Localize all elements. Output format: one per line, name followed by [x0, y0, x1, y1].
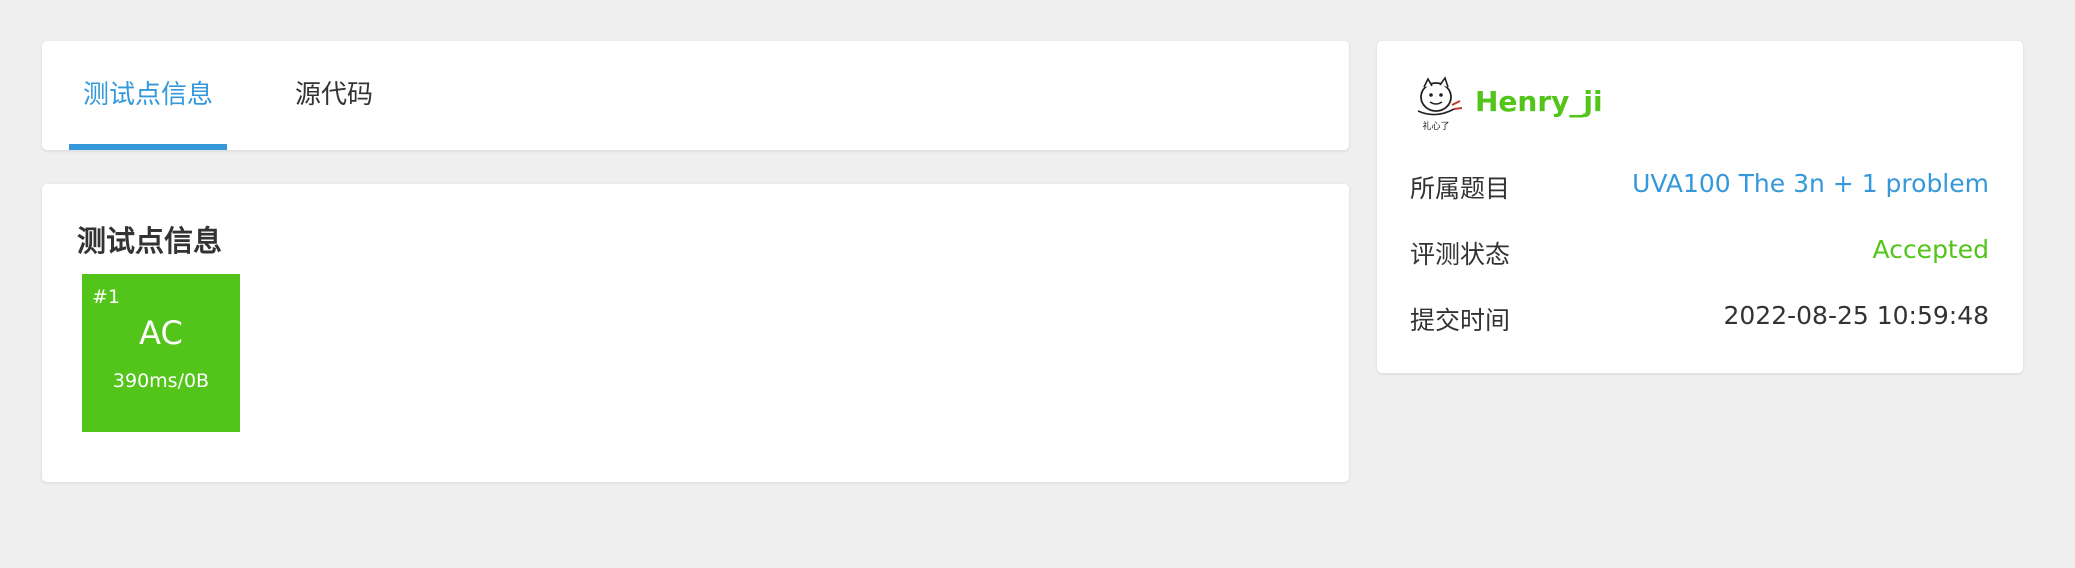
- submit-time-label: 提交时间: [1410, 306, 1511, 335]
- problem-link[interactable]: UVA100 The 3n + 1 problem: [1632, 169, 1989, 198]
- problem-row: 所属题目 UVA100 The 3n + 1 problem: [1410, 169, 1989, 209]
- submission-summary-panel: 礼心了 Henry_ji 所属题目 UVA100 The 3n + 1 prob…: [1377, 41, 2023, 373]
- testcase-block[interactable]: #1 AC 390ms/0B: [82, 274, 240, 432]
- testcase-stats: 390ms/0B: [112, 370, 210, 392]
- testcase-id: #1: [92, 286, 121, 308]
- avatar-caption: 礼心了: [1422, 120, 1449, 131]
- status-row: 评测状态 Accepted: [1410, 235, 1989, 275]
- status-label: 评测状态: [1410, 240, 1511, 269]
- avatar-cartoon-icon[interactable]: 礼心了: [1410, 75, 1466, 131]
- submit-time-row: 提交时间 2022-08-25 10:59:48: [1410, 301, 1989, 341]
- testcase-status: AC: [139, 314, 183, 352]
- submit-time-value: 2022-08-25 10:59:48: [1723, 301, 1989, 330]
- testcase-info-panel: 测试点信息 #1 AC 390ms/0B: [42, 184, 1349, 482]
- tab-bar: 测试点信息 源代码: [42, 41, 1349, 150]
- tab-source-code[interactable]: 源代码: [269, 41, 399, 150]
- username-link[interactable]: Henry_ji: [1475, 85, 1603, 118]
- tab-testcase-info[interactable]: 测试点信息: [69, 41, 227, 150]
- problem-label: 所属题目: [1410, 174, 1511, 203]
- section-heading: 测试点信息: [77, 224, 223, 258]
- status-value: Accepted: [1872, 235, 1989, 264]
